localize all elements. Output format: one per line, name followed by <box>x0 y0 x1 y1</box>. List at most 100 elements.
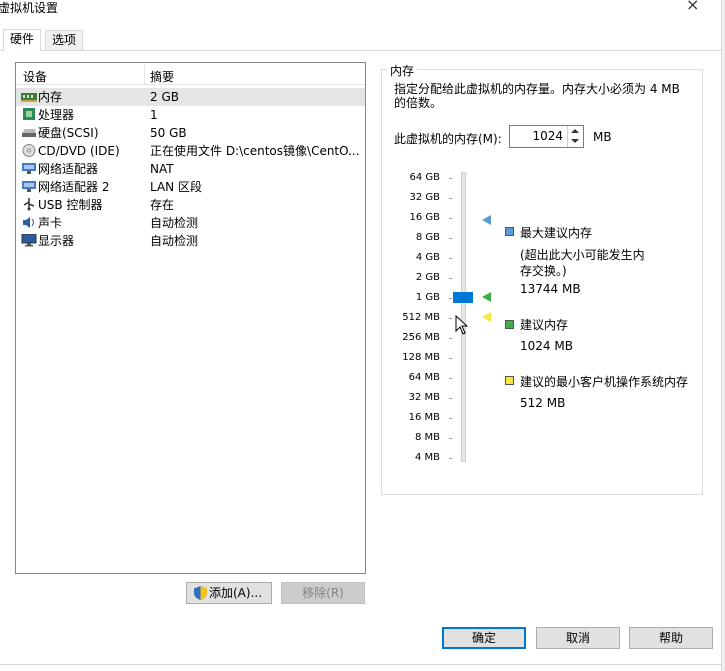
window-title: 虚拟机设置 <box>0 1 59 15</box>
device-summary: 存在 <box>150 198 175 212</box>
tick-mark <box>449 278 452 279</box>
usb-icon <box>23 198 35 211</box>
scale-tick: 4 MB <box>414 452 440 463</box>
memory-slider-thumb[interactable] <box>453 292 473 303</box>
tick-mark <box>449 378 452 379</box>
close-icon[interactable]: × <box>686 0 699 13</box>
device-row-memory[interactable]: 内存 2 GB <box>16 88 365 106</box>
memory-icon <box>21 93 37 102</box>
scale-tick: 16 GB <box>409 212 440 223</box>
device-row-hard-disk[interactable]: 硬盘(SCSI) 50 GB <box>16 124 365 142</box>
memory-spinner[interactable]: 1024 <box>509 125 584 148</box>
sound-card-icon <box>23 217 34 228</box>
device-summary: 自动检测 <box>150 216 199 230</box>
scale-tick: 128 MB <box>402 352 440 363</box>
device-name: 声卡 <box>38 216 63 230</box>
scale-tick: 256 MB <box>402 332 440 343</box>
scale-tick: 8 GB <box>415 232 440 243</box>
add-button-label: 添加(A)... <box>209 586 263 600</box>
ok-button[interactable]: 确定 <box>442 627 526 649</box>
recommended-legend-title: 建议内存 <box>520 318 569 332</box>
device-list-header: 设备 摘要 <box>16 63 365 85</box>
tick-mark <box>449 418 452 419</box>
scale-tick: 32 GB <box>409 192 440 203</box>
window-bottom-edge <box>0 664 725 665</box>
device-name: 网络适配器 2 <box>38 180 110 194</box>
window-right-edge <box>721 0 725 671</box>
device-row-processor[interactable]: 处理器 1 <box>16 106 365 124</box>
device-name: 硬盘(SCSI) <box>38 126 99 140</box>
memory-value[interactable]: 1024 <box>532 129 563 143</box>
remove-button[interactable]: 移除(R) <box>281 582 365 604</box>
device-row-network-adapter-2[interactable]: 网络适配器 2 LAN 区段 <box>16 178 365 196</box>
device-name: CD/DVD (IDE) <box>38 144 120 158</box>
device-row-sound-card[interactable]: 声卡 自动检测 <box>16 214 365 232</box>
cd-dvd-icon <box>22 144 36 157</box>
spinner-up-icon[interactable] <box>571 129 579 133</box>
memory-description: 指定分配给此虚拟机的内存量。内存大小必须为 4 MB 的倍数。 <box>394 82 680 110</box>
device-name: USB 控制器 <box>38 198 103 212</box>
min-recommended-marker <box>482 312 491 322</box>
recommended-marker <box>482 292 491 302</box>
device-summary: 正在使用文件 D:\centos镜像\CentO... <box>150 144 360 158</box>
device-name: 处理器 <box>38 108 75 122</box>
scale-tick: 64 MB <box>408 372 440 383</box>
max-legend-note: (超出此大小可能发生内存交换。) <box>520 248 645 278</box>
tick-mark <box>449 438 452 439</box>
recommended-legend-value: 1024 MB <box>520 339 573 353</box>
device-row-cd-dvd[interactable]: CD/DVD (IDE) 正在使用文件 D:\centos镜像\CentO... <box>16 142 365 160</box>
device-row-usb-controller[interactable]: USB 控制器 存在 <box>16 196 365 214</box>
device-summary: 50 GB <box>150 126 187 140</box>
memory-group-title: 内存 <box>387 62 418 79</box>
device-name: 内存 <box>38 90 63 104</box>
device-list[interactable]: 设备 摘要 内存 2 GB 处理器 1 硬盘(SCSI) 50 GB CD/DV… <box>15 62 366 574</box>
display-icon <box>21 234 37 247</box>
tick-mark <box>449 178 452 179</box>
device-row-display[interactable]: 显示器 自动检测 <box>16 232 365 250</box>
tick-mark <box>449 298 452 299</box>
recommended-legend-swatch <box>505 320 514 329</box>
tab-hardware[interactable]: 硬件 <box>3 29 42 51</box>
device-summary: LAN 区段 <box>150 180 202 194</box>
scale-tick: 1 GB <box>415 292 440 303</box>
network-adapter-icon <box>22 181 36 192</box>
tick-mark <box>449 338 452 339</box>
device-name: 网络适配器 <box>38 162 99 176</box>
spinner-down-icon[interactable] <box>571 139 579 143</box>
max-legend-value: 13744 MB <box>520 282 581 296</box>
tab-bar: 硬件 选项 <box>0 29 725 52</box>
cancel-button[interactable]: 取消 <box>536 627 620 649</box>
network-adapter-icon <box>22 163 36 174</box>
min-legend-title: 建议的最小客户机操作系统内存 <box>520 375 689 389</box>
mouse-cursor-icon <box>455 315 468 335</box>
tab-options[interactable]: 选项 <box>45 30 84 51</box>
device-row-network-adapter[interactable]: 网络适配器 NAT <box>16 160 365 178</box>
max-recommended-marker <box>482 215 491 225</box>
add-button[interactable]: 添加(A)... <box>186 582 272 604</box>
column-summary[interactable]: 摘要 <box>150 68 174 85</box>
column-device[interactable]: 设备 <box>23 68 47 85</box>
tick-mark <box>449 238 452 239</box>
tick-mark <box>449 398 452 399</box>
tick-mark <box>449 458 452 459</box>
column-divider[interactable] <box>144 63 145 85</box>
max-legend-swatch <box>505 227 514 236</box>
scale-tick: 512 MB <box>402 312 440 323</box>
device-summary: 1 <box>150 108 158 122</box>
scale-tick: 16 MB <box>408 412 440 423</box>
tick-mark <box>449 358 452 359</box>
tick-mark <box>449 218 452 219</box>
processor-icon <box>23 108 35 120</box>
device-summary: NAT <box>150 162 174 176</box>
hard-disk-icon <box>22 129 36 137</box>
device-name: 显示器 <box>38 234 75 248</box>
max-legend-title: 最大建议内存 <box>520 226 593 240</box>
scale-tick: 8 MB <box>414 432 440 443</box>
scale-tick: 32 MB <box>408 392 440 403</box>
scale-tick: 64 GB <box>409 172 440 183</box>
title-bar: 虚拟机设置 × <box>0 0 725 22</box>
memory-field-label: 此虚拟机的内存(M): <box>394 132 502 146</box>
scale-tick: 4 GB <box>415 252 440 263</box>
min-legend-value: 512 MB <box>520 396 566 410</box>
help-button[interactable]: 帮助 <box>629 627 713 649</box>
